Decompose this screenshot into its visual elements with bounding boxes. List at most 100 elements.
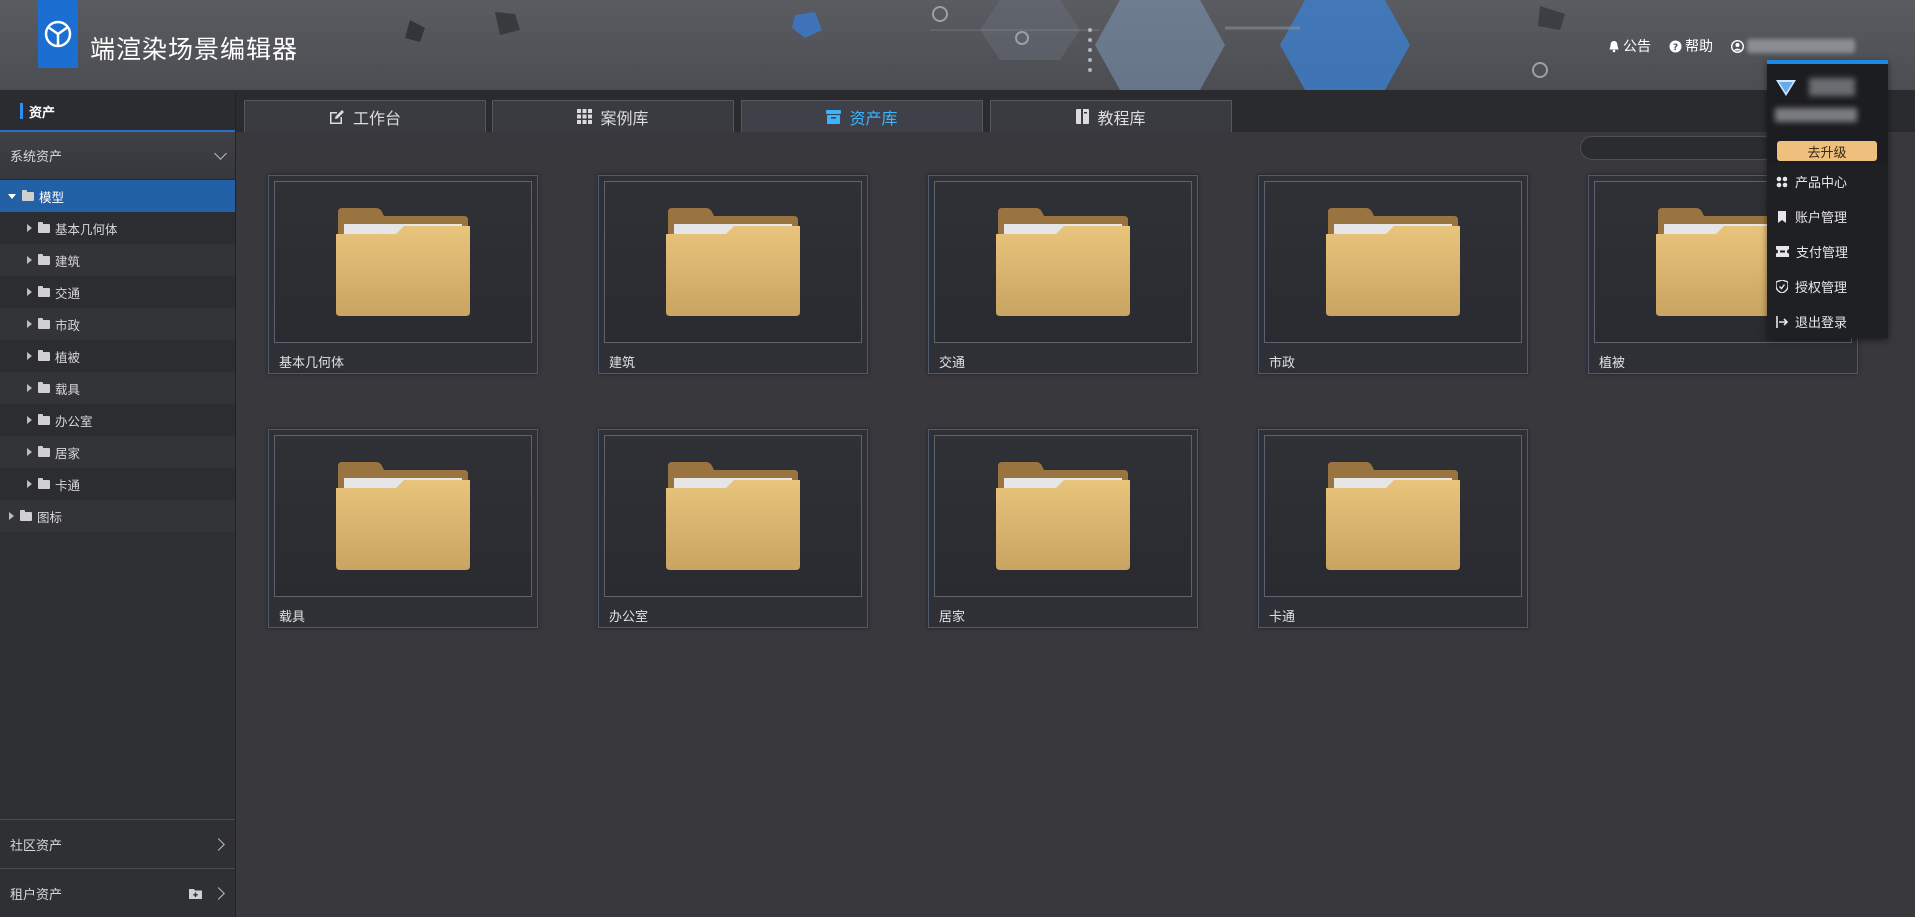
folder-icon <box>38 477 50 489</box>
menu-item-account[interactable]: 账户管理 <box>1767 199 1888 234</box>
tree-item[interactable]: 植被 <box>0 340 235 372</box>
menu-item-license[interactable]: 授权管理 <box>1767 269 1888 304</box>
caret-right-icon <box>27 288 32 296</box>
folder-thumbnail <box>604 435 862 597</box>
help-icon: ? <box>1669 40 1682 53</box>
folder-thumbnail <box>1264 181 1522 343</box>
folder-icon <box>38 317 50 329</box>
tab-asset-library[interactable]: 资产库 <box>741 100 983 132</box>
sidebar-title: 资产 <box>0 92 235 132</box>
chevron-right-icon <box>212 837 225 851</box>
tab-tutorial-library[interactable]: 教程库 <box>990 100 1232 132</box>
folder-card-label: 建筑 <box>609 356 636 371</box>
tree-item[interactable]: 办公室 <box>0 404 235 436</box>
folder-icon <box>38 285 50 297</box>
tenant-assets-label: 租户资产 <box>10 887 63 903</box>
folder-icon <box>996 208 1130 316</box>
help-link[interactable]: ? 帮助 <box>1669 36 1713 56</box>
folder-icon <box>38 253 50 265</box>
caret-right-icon <box>9 512 14 520</box>
folder-icon <box>22 189 34 201</box>
grid-icon <box>577 109 593 124</box>
tree-item[interactable]: 市政 <box>0 308 235 340</box>
folder-icon <box>38 413 50 425</box>
asset-folder-card[interactable]: 载具 <box>268 429 538 628</box>
search-input[interactable] <box>1580 136 1780 160</box>
folder-thumbnail <box>274 435 532 597</box>
folder-thumbnail <box>604 181 862 343</box>
menu-item-logout[interactable]: 退出登录 <box>1767 304 1888 339</box>
apps-icon <box>1776 176 1788 187</box>
folder-card-label: 卡通 <box>1269 610 1296 625</box>
archive-icon <box>826 109 842 124</box>
folder-thumbnail <box>1264 435 1522 597</box>
folder-icon <box>336 462 470 570</box>
caret-right-icon <box>27 384 32 392</box>
asset-folder-card[interactable]: 交通 <box>928 175 1198 374</box>
caret-right-icon <box>27 256 32 264</box>
tree-item[interactable]: 居家 <box>0 436 235 468</box>
folder-icon <box>38 381 50 393</box>
tenant-assets-section[interactable]: 租户资产 <box>0 868 235 917</box>
folder-icon <box>1326 462 1460 570</box>
add-folder-icon[interactable] <box>189 888 202 899</box>
folder-thumbnail <box>274 181 532 343</box>
caret-right-icon <box>27 448 32 456</box>
bell-icon <box>1609 40 1619 52</box>
asset-folder-card[interactable]: 基本几何体 <box>268 175 538 374</box>
system-assets-label: 系统资产 <box>10 150 63 165</box>
asset-tree: 模型 基本几何体 建筑 交通 市政 植被 载具 办公室 居家 卡通 图标 <box>0 180 235 532</box>
tree-item[interactable]: 建筑 <box>0 244 235 276</box>
community-assets-section[interactable]: 社区资产 <box>0 819 235 868</box>
user-menu-trigger[interactable] <box>1731 39 1855 53</box>
app-logo <box>38 0 78 68</box>
sidebar-title-label: 资产 <box>29 105 56 121</box>
menu-item-product-center[interactable]: 产品中心 <box>1767 164 1888 199</box>
folder-card-label: 交通 <box>939 356 966 371</box>
folder-card-label: 植被 <box>1599 356 1626 371</box>
tab-workbench[interactable]: 工作台 <box>244 100 486 132</box>
user-dropdown: 去升级 产品中心 账户管理 支付管理 授权管理 退出登录 <box>1767 60 1888 338</box>
caret-right-icon <box>27 416 32 424</box>
asset-folder-card[interactable]: 办公室 <box>598 429 868 628</box>
asset-folder-card[interactable]: 建筑 <box>598 175 868 374</box>
folder-card-label: 办公室 <box>609 610 649 625</box>
user-info-redacted <box>1775 108 1857 122</box>
app-header: 端渲染场景编辑器 公告 ? 帮助 <box>0 0 1915 92</box>
folder-card-label: 市政 <box>1269 356 1296 371</box>
tab-case-library[interactable]: 案例库 <box>492 100 734 132</box>
tree-item[interactable]: 卡通 <box>0 468 235 500</box>
caret-down-icon <box>8 193 16 199</box>
logo-icon <box>44 20 72 48</box>
asset-folder-card[interactable]: 市政 <box>1258 175 1528 374</box>
asset-folder-card[interactable]: 卡通 <box>1258 429 1528 628</box>
folder-thumbnail <box>934 181 1192 343</box>
user-icon <box>1731 39 1744 53</box>
tree-item-model[interactable]: 模型 <box>0 180 235 212</box>
app-title: 端渲染场景编辑器 <box>90 35 299 64</box>
user-level-redacted <box>1809 78 1855 96</box>
menu-item-payment[interactable]: 支付管理 <box>1767 234 1888 269</box>
folder-thumbnail <box>934 435 1192 597</box>
caret-right-icon <box>27 224 32 232</box>
tree-item[interactable]: 交通 <box>0 276 235 308</box>
tree-item-icons[interactable]: 图标 <box>0 500 235 532</box>
tree-item[interactable]: 载具 <box>0 372 235 404</box>
chevron-down-icon <box>214 147 227 160</box>
shield-icon <box>1776 280 1788 293</box>
upgrade-button[interactable]: 去升级 <box>1777 141 1877 161</box>
bookmark-icon <box>1778 210 1786 223</box>
notice-label: 公告 <box>1623 39 1651 55</box>
asset-folder-card[interactable]: 居家 <box>928 429 1198 628</box>
folder-card-label: 居家 <box>939 610 966 625</box>
system-assets-section[interactable]: 系统资产 <box>0 132 235 180</box>
tree-item[interactable]: 基本几何体 <box>0 212 235 244</box>
caret-right-icon <box>27 352 32 360</box>
help-label: 帮助 <box>1685 39 1713 55</box>
folder-icon <box>1326 208 1460 316</box>
sidebar: 资产 系统资产 模型 基本几何体 建筑 交通 市政 植被 载具 办公室 居家 卡… <box>0 92 236 917</box>
username-redacted <box>1747 39 1855 53</box>
notice-link[interactable]: 公告 <box>1608 36 1651 56</box>
folder-card-label: 载具 <box>279 610 306 625</box>
ticket-icon <box>1776 246 1789 257</box>
